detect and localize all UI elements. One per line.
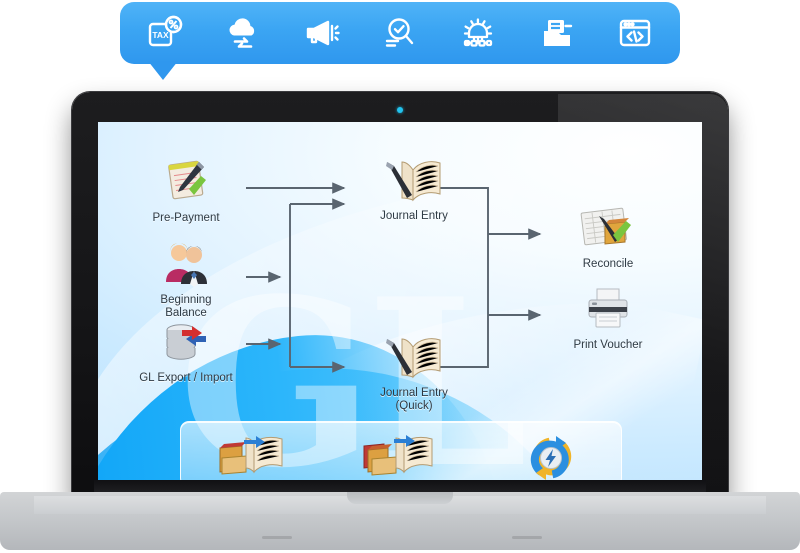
circular-refresh-icon: [491, 424, 611, 480]
open-book-pen-icon: [354, 150, 474, 206]
node-label: Pre-Payment: [152, 212, 220, 224]
document-folder-icon[interactable]: [531, 10, 583, 56]
laptop-mockup: GL Pre-Payment Beginning Balance GL Expo…: [0, 84, 800, 553]
gl-workflow-diagram: Pre-Payment Beginning Balance GL Export …: [98, 122, 702, 490]
node-reconcile[interactable]: Reconcile: [548, 198, 668, 271]
notepad-check-icon: [126, 152, 246, 208]
laptop-screen: GL Pre-Payment Beginning Balance GL Expo…: [98, 122, 702, 490]
base-foot-left: [262, 536, 292, 539]
node-print-voucher[interactable]: Print Voucher: [548, 279, 668, 352]
node-gl-export-import[interactable]: GL Export / Import: [126, 312, 246, 385]
node-journal-entry[interactable]: Journal Entry: [354, 150, 474, 223]
books-export-icon: [341, 424, 461, 480]
svg-text:TAX: TAX: [152, 30, 169, 40]
base-foot-right: [512, 536, 542, 539]
webcam-icon: [397, 107, 403, 113]
trackpad-notch: [347, 492, 453, 504]
printer-icon: [548, 279, 668, 335]
book-export-icon: [191, 424, 311, 480]
node-beginning-balance[interactable]: Beginning Balance: [126, 234, 246, 320]
tax-percent-icon[interactable]: TAX: [139, 10, 191, 56]
node-label: Journal Entry: [380, 210, 448, 222]
gear-network-icon[interactable]: [452, 10, 504, 56]
laptop-lid: GL Pre-Payment Beginning Balance GL Expo…: [72, 92, 728, 504]
ledger-check-icon: [548, 198, 668, 254]
megaphone-icon[interactable]: [296, 10, 348, 56]
gl-actions-panel: Post GL (Batch): [180, 421, 622, 490]
node-pre-payment[interactable]: Pre-Payment: [126, 152, 246, 225]
code-window-icon[interactable]: [609, 10, 661, 56]
node-label: Reconcile: [582, 258, 634, 270]
open-book-pen-icon: [354, 327, 474, 383]
cloud-sync-icon[interactable]: [217, 10, 269, 56]
database-arrows-icon: [126, 312, 246, 368]
node-label: Print Voucher: [573, 339, 643, 351]
audit-search-icon[interactable]: [374, 10, 426, 56]
node-label: Journal Entry (Quick): [380, 387, 448, 412]
node-label: GL Export / Import: [139, 372, 233, 384]
node-journal-entry-quick[interactable]: Journal Entry (Quick): [354, 327, 474, 413]
feature-icon-toolbar: TAX: [120, 2, 680, 64]
toolbar-pointer: [148, 61, 178, 80]
two-people-icon: [126, 234, 246, 290]
